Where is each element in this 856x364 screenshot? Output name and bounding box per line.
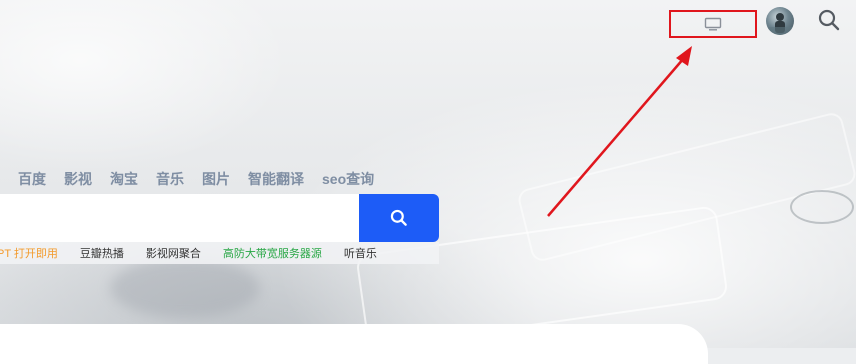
search-input[interactable] bbox=[0, 194, 359, 242]
search-icon bbox=[390, 209, 407, 226]
user-avatar[interactable] bbox=[766, 7, 794, 35]
tab-movies[interactable]: 影视 bbox=[64, 168, 92, 190]
hotword-link[interactable]: 豆瓣热播 bbox=[80, 245, 124, 261]
tab-music[interactable]: 音乐 bbox=[156, 168, 184, 190]
hotword-link[interactable]: 高防大带宽服务器源 bbox=[223, 245, 322, 261]
content-card bbox=[0, 324, 708, 364]
search-engine-tabs: 百度 影视 淘宝 音乐 图片 智能翻译 seo查询 bbox=[18, 168, 392, 190]
hot-words-bar: PT 打开即用 豆瓣热播 影视网聚合 高防大带宽服务器源 听音乐 bbox=[0, 242, 439, 264]
hotword-link[interactable]: 影视网聚合 bbox=[146, 245, 201, 261]
avatar-image bbox=[766, 13, 794, 35]
hotword-link[interactable]: 听音乐 bbox=[344, 245, 377, 261]
search-icon[interactable] bbox=[817, 8, 841, 32]
tab-seo[interactable]: seo查询 bbox=[322, 168, 374, 190]
tab-translate[interactable]: 智能翻译 bbox=[248, 168, 304, 190]
tab-taobao[interactable]: 淘宝 bbox=[110, 168, 138, 190]
tab-images[interactable]: 图片 bbox=[202, 168, 230, 190]
search-button[interactable] bbox=[359, 194, 439, 242]
tab-baidu[interactable]: 百度 bbox=[18, 168, 46, 190]
monitor-icon bbox=[704, 17, 722, 31]
search-box bbox=[0, 194, 439, 242]
screen-mode-button[interactable] bbox=[669, 10, 757, 38]
hotword-link[interactable]: PT 打开即用 bbox=[0, 245, 58, 261]
